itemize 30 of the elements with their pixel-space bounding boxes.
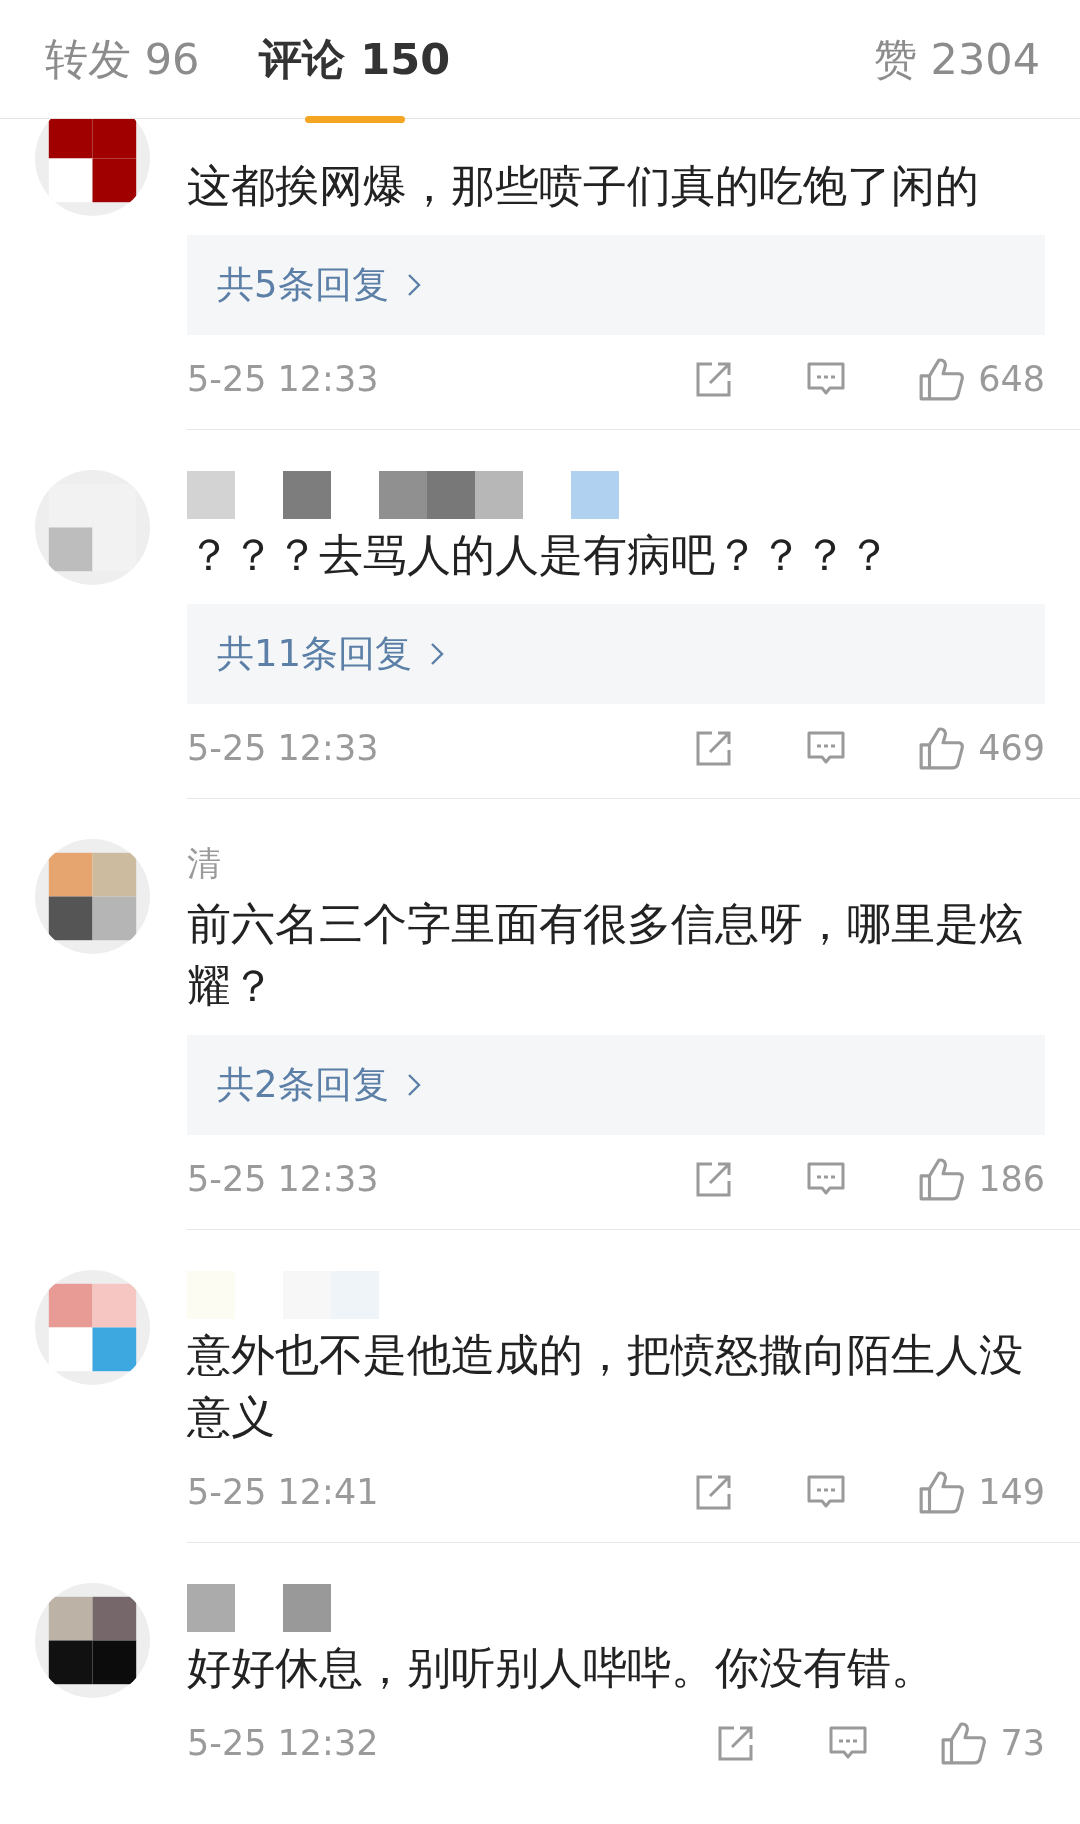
comment-text: 好好休息，别听别人哔哔。你没有错。 bbox=[187, 1641, 936, 1695]
like-count: 149 bbox=[978, 1472, 1045, 1512]
comment-text: 这都挨网爆，那些喷子们真的吃饱了闲的 bbox=[187, 159, 980, 213]
like-count: 186 bbox=[978, 1159, 1045, 1199]
username-fragment: 清 bbox=[187, 842, 221, 885]
tab[interactable]: 转发 96 bbox=[45, 29, 200, 89]
timestamp: 5-25 12:32 bbox=[187, 1723, 379, 1763]
like-count: 469 bbox=[978, 728, 1045, 768]
like-count: 648 bbox=[978, 359, 1045, 399]
comment-text: 意外也不是他造成的，把愤怒撒向陌生人没意义 bbox=[187, 1328, 1024, 1444]
replies-link[interactable]: 共5条回复 bbox=[217, 260, 389, 310]
thumbs-up-icon[interactable] bbox=[918, 1156, 965, 1202]
thumbs-up-icon[interactable] bbox=[940, 1720, 987, 1766]
replies-link[interactable]: 共11条回复 bbox=[217, 629, 413, 679]
timestamp: 5-25 12:33 bbox=[187, 359, 379, 399]
thumbs-up-icon[interactable] bbox=[918, 725, 965, 771]
comment-text: 前六名三个字里面有很多信息呀，哪里是炫耀？ bbox=[187, 897, 1024, 1013]
like-count: 73 bbox=[1000, 1723, 1045, 1763]
tab[interactable]: 评论 150 bbox=[259, 29, 451, 89]
timestamp: 5-25 12:33 bbox=[187, 1159, 379, 1199]
chevron-icon bbox=[406, 273, 421, 297]
thumbs-up-icon[interactable] bbox=[918, 1469, 965, 1515]
replies-link[interactable]: 共2条回复 bbox=[217, 1060, 389, 1110]
timestamp: 5-25 12:41 bbox=[187, 1472, 379, 1512]
tab[interactable]: 赞 2304 bbox=[873, 29, 1040, 89]
timestamp: 5-25 12:33 bbox=[187, 728, 379, 768]
thumbs-up-icon[interactable] bbox=[918, 356, 965, 402]
comment-text: ？？？去骂人的人是有病吧？？？？ bbox=[187, 528, 892, 582]
chevron-icon bbox=[406, 1073, 421, 1097]
chevron-icon bbox=[430, 642, 445, 666]
